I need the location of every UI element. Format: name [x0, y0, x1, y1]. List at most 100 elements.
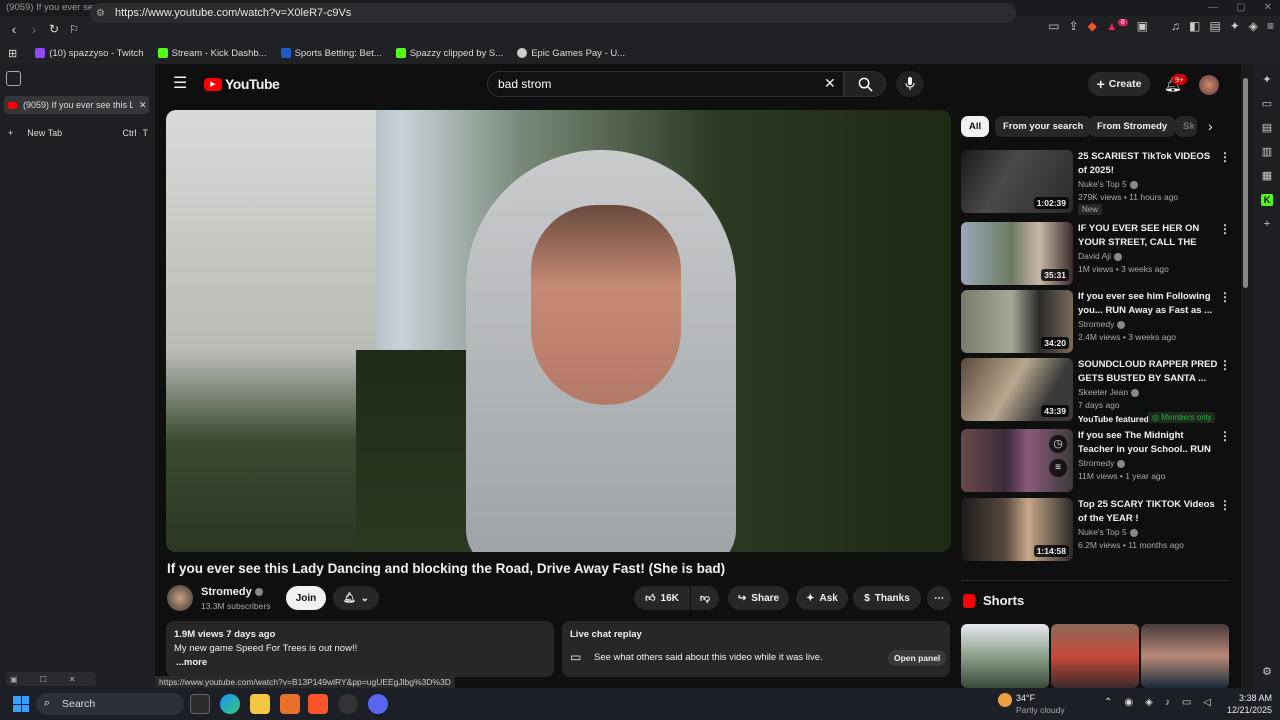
vpn-icon[interactable]: ◈	[1249, 19, 1258, 33]
short-thumbnail[interactable]	[1141, 624, 1229, 688]
more-options-icon[interactable]: ⋮	[1219, 151, 1231, 163]
like-button[interactable]: 👍︎ 16K	[634, 586, 690, 610]
sidebar-toggle-icon[interactable]: ◧	[1189, 19, 1200, 33]
file-explorer-icon[interactable]	[250, 694, 270, 714]
square-icon[interactable]: ☐	[40, 675, 47, 684]
more-options-icon[interactable]: ⋮	[1219, 291, 1231, 303]
join-button[interactable]: Join	[286, 586, 326, 610]
leo-icon[interactable]: ✦	[1261, 74, 1273, 86]
app-icon[interactable]	[280, 694, 300, 714]
ask-button[interactable]: ✦ Ask	[796, 586, 848, 610]
bookmark-item[interactable]: Spazzy clipped by S...	[395, 48, 503, 59]
leo-icon[interactable]: ✦	[1230, 19, 1240, 33]
site-settings-icon[interactable]: ⚙	[96, 8, 105, 19]
tray-expand-icon[interactable]: ⌃	[1104, 697, 1112, 708]
discord-icon[interactable]	[368, 694, 388, 714]
recommended-video[interactable]: 35:31 IF YOU EVER SEE HER ON YOUR STREET…	[961, 222, 1231, 286]
task-view-icon[interactable]	[190, 694, 210, 714]
clock-date[interactable]: 12/21/2025	[1222, 705, 1272, 715]
short-thumbnail[interactable]	[961, 624, 1049, 688]
more-options-icon[interactable]: ⋮	[1219, 359, 1231, 371]
brave-icon[interactable]	[308, 694, 328, 714]
tab-panel-toggle-icon[interactable]	[6, 71, 21, 86]
tray-app-icon[interactable]: ◈	[1145, 697, 1153, 708]
watch-later-icon[interactable]: ◷	[1049, 435, 1067, 453]
recommended-video[interactable]: 43:39 SOUNDCLOUD RAPPER PRED GETS BUSTED…	[961, 358, 1231, 424]
chip-from-stromedy[interactable]: From Stromedy	[1089, 116, 1176, 137]
add-panel-icon[interactable]: +	[1261, 218, 1273, 230]
description-more-link[interactable]: ...more	[176, 657, 207, 668]
microphone-icon[interactable]: ♪	[1165, 697, 1170, 708]
close-icon[interactable]: ✕	[1264, 0, 1272, 16]
notes-icon[interactable]: ▦	[1261, 170, 1273, 182]
obs-icon[interactable]	[338, 694, 358, 714]
windows-start-icon[interactable]	[13, 696, 29, 712]
reading-list-icon[interactable]: ▭	[1261, 98, 1273, 110]
chip-all[interactable]: All	[961, 116, 990, 137]
bookmark-icon[interactable]: ⚐	[64, 19, 84, 39]
video-player[interactable]	[166, 110, 951, 552]
volume-icon[interactable]: ◁	[1203, 697, 1211, 708]
clock-time[interactable]: 3:38 AM	[1230, 693, 1272, 703]
reload-icon[interactable]: ↻	[44, 19, 64, 39]
avatar[interactable]	[1199, 75, 1219, 95]
thanks-button[interactable]: $ Thanks	[853, 586, 921, 610]
open-panel-button[interactable]: Open panel	[888, 650, 947, 666]
recommended-video[interactable]: 1:02:39 25 SCARIEST TikTok VIDEOS of 202…	[961, 150, 1231, 215]
restore-icon[interactable]: ▣	[10, 675, 18, 684]
clear-search-icon[interactable]: ✕	[824, 75, 836, 92]
recommended-video[interactable]: 1:14:58 Top 25 SCARY TIKTOK Videos of th…	[961, 498, 1231, 562]
search-input[interactable]: bad strom	[487, 71, 844, 97]
share-button[interactable]: ↪ Share	[728, 586, 789, 610]
wallet-icon[interactable]: ▤	[1261, 122, 1273, 134]
tray-app-icon[interactable]: ◉	[1124, 697, 1133, 708]
more-options-icon[interactable]: ⋮	[1219, 430, 1231, 442]
apps-icon[interactable]: ⊞	[8, 47, 17, 60]
more-options-icon[interactable]: ⋮	[1219, 223, 1231, 235]
bookmark-item[interactable]: (10) spazzyso - Twitch	[35, 48, 144, 59]
close-icon[interactable]: ✕	[69, 675, 76, 684]
more-options-icon[interactable]: ⋮	[1219, 499, 1231, 511]
taskbar-search[interactable]: Search	[36, 693, 184, 715]
scrollbar-thumb[interactable]	[1243, 78, 1248, 288]
brave-rewards-icon[interactable]: ▲ 8	[1106, 19, 1128, 33]
back-icon[interactable]: ‹	[4, 19, 24, 39]
close-tab-icon[interactable]: ✕	[139, 100, 147, 111]
tab-current[interactable]: (9059) If you ever see this Lad ✕	[4, 96, 149, 114]
subscribe-notifications-button[interactable]: 🔔︎ ⌄	[333, 586, 379, 610]
channel-avatar[interactable]	[167, 585, 193, 611]
forward-icon[interactable]: ›	[24, 19, 44, 39]
share-page-icon[interactable]: ⇪	[1069, 19, 1079, 33]
bookmark-item[interactable]: Epic Games Pay - U...	[517, 48, 625, 59]
brave-shield-icon[interactable]: ◆	[1088, 19, 1097, 33]
bookmark-item[interactable]: Sports Betting: Bet...	[280, 48, 382, 59]
voice-search-button[interactable]	[896, 71, 924, 97]
menu-icon[interactable]: ≡	[1267, 19, 1274, 33]
description-box[interactable]: 1.9M views 7 days ago My new game Speed …	[166, 621, 554, 677]
cast-icon[interactable]: ▭	[1048, 19, 1059, 33]
weather-icon[interactable]	[998, 693, 1012, 707]
wallet-icon[interactable]: ▤	[1209, 19, 1220, 33]
kick-icon[interactable]: K	[1261, 194, 1273, 206]
maximize-icon[interactable]: ▢	[1236, 0, 1245, 16]
bookmarks-icon[interactable]: ▥	[1261, 146, 1273, 158]
chevron-right-icon[interactable]: ›	[1208, 118, 1213, 134]
youtube-logo[interactable]: ▶ YouTube	[204, 76, 280, 92]
channel-name[interactable]: Stromedy	[201, 586, 263, 598]
search-button[interactable]	[844, 71, 886, 97]
music-icon[interactable]: ♫	[1171, 19, 1180, 33]
chip-partial[interactable]: Sk	[1175, 116, 1197, 137]
settings-gear-icon[interactable]: ⚙	[1261, 666, 1273, 678]
recommended-video[interactable]: ◷ ≡ If you see The Midnight Teacher in y…	[961, 429, 1231, 493]
minimize-icon[interactable]: —	[1208, 0, 1218, 16]
chip-from-your-search[interactable]: From your search	[995, 116, 1092, 137]
extension-icon[interactable]: ▣	[1137, 19, 1148, 33]
edge-icon[interactable]	[220, 694, 240, 714]
network-icon[interactable]: ▭	[1182, 697, 1191, 708]
hamburger-menu-icon[interactable]: ☰	[173, 76, 187, 92]
create-button[interactable]: + Create	[1088, 72, 1150, 96]
more-actions-icon[interactable]: ⋯	[927, 586, 951, 610]
url-bar[interactable]: ⚙ https://www.youtube.com/watch?v=X0leR7…	[90, 3, 1016, 23]
dislike-button[interactable]: 👎︎	[691, 586, 719, 610]
add-to-queue-icon[interactable]: ≡	[1049, 459, 1067, 477]
